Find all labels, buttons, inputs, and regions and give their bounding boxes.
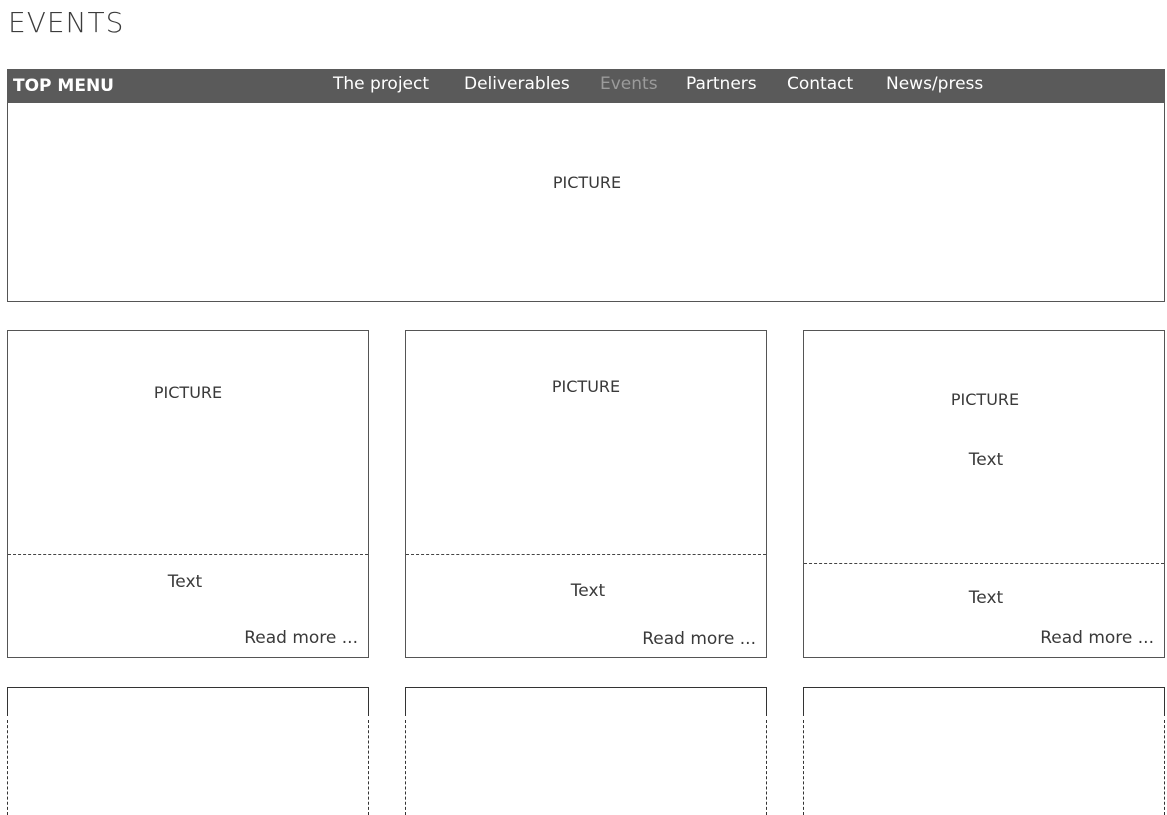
event-card-inner-text: Text — [968, 450, 1004, 470]
nav-item-partners[interactable]: Partners — [686, 74, 757, 94]
hero-picture-label: PICTURE — [552, 173, 622, 192]
card-edge-dashed — [1164, 720, 1165, 815]
top-menu-bar: TOP MENU The project Deliverables Events… — [7, 69, 1165, 103]
event-card: PICTURE Text Read more ... — [7, 330, 369, 658]
event-card: PICTURE Text Text Read more ... — [803, 330, 1165, 658]
event-card: PICTURE Text Read more ... — [405, 330, 767, 658]
card-edge — [7, 688, 8, 716]
read-more-link[interactable]: Read more ... — [642, 629, 756, 649]
event-card-text: Text — [167, 572, 203, 592]
top-menu-label: TOP MENU — [13, 76, 114, 96]
read-more-link[interactable]: Read more ... — [244, 628, 358, 648]
hero-picture: PICTURE — [7, 103, 1165, 302]
card-edge — [803, 688, 804, 716]
card-divider — [406, 554, 766, 555]
nav-item-contact[interactable]: Contact — [787, 74, 853, 94]
event-card-partial — [803, 687, 1165, 815]
card-edge-dashed — [803, 720, 804, 815]
card-edge — [1164, 688, 1165, 716]
card-edge — [766, 688, 767, 716]
card-edge — [405, 688, 406, 716]
card-edge-dashed — [368, 720, 369, 815]
event-card-picture-label: PICTURE — [551, 377, 621, 396]
card-edge-dashed — [7, 720, 8, 815]
card-divider — [804, 563, 1164, 564]
read-more-link[interactable]: Read more ... — [1040, 628, 1154, 648]
nav-item-news-press[interactable]: News/press — [886, 74, 983, 94]
nav-item-deliverables[interactable]: Deliverables — [464, 74, 570, 94]
card-divider — [8, 554, 368, 555]
event-card-picture-label: PICTURE — [153, 383, 223, 402]
event-card-text: Text — [570, 581, 606, 601]
event-card-partial — [7, 687, 369, 815]
card-edge — [368, 688, 369, 716]
event-card-picture-label: PICTURE — [950, 390, 1020, 409]
nav-item-the-project[interactable]: The project — [333, 74, 429, 94]
event-card-text: Text — [968, 588, 1004, 608]
card-edge-dashed — [766, 720, 767, 815]
nav-item-events[interactable]: Events — [600, 74, 658, 94]
event-card-partial — [405, 687, 767, 815]
page-title: EVENTS — [8, 6, 125, 39]
card-edge-dashed — [405, 720, 406, 815]
